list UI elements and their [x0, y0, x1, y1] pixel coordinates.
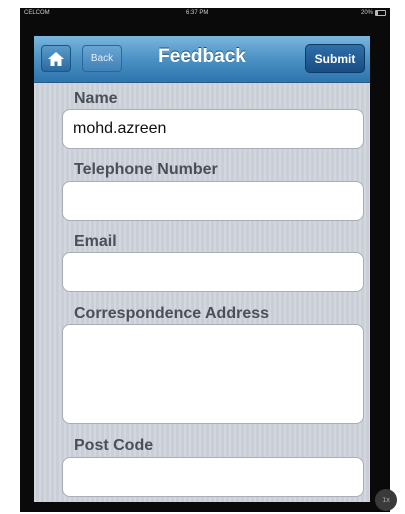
name-label: Name	[74, 90, 118, 107]
zoom-button[interactable]: 1x	[375, 489, 397, 511]
feedback-screen: Back Feedback Submit Name mohd.azreen Te…	[34, 36, 370, 502]
email-label: Email	[74, 233, 117, 250]
battery-icon	[375, 10, 386, 16]
status-bar: CELCOM 6:37 PM 20%	[20, 8, 390, 18]
telephone-field[interactable]	[62, 181, 364, 221]
telephone-label: Telephone Number	[74, 161, 218, 178]
submit-button[interactable]: Submit	[305, 44, 365, 73]
postcode-label: Post Code	[74, 437, 154, 454]
email-field[interactable]	[62, 252, 364, 292]
postcode-field[interactable]	[62, 457, 364, 497]
carrier-name: CELCOM	[24, 10, 50, 16]
battery-percent: 20%	[360, 10, 373, 16]
home-icon	[48, 51, 64, 66]
name-field[interactable]: mohd.azreen	[62, 109, 364, 149]
battery-indicator: 20%	[361, 8, 386, 18]
page-title: Feedback	[158, 46, 246, 67]
home-button[interactable]	[41, 45, 71, 72]
address-field[interactable]	[62, 324, 364, 424]
address-label: Correspondence Address	[74, 305, 270, 322]
back-button[interactable]: Back	[82, 45, 122, 72]
navigation-bar: Back Feedback Submit	[34, 36, 370, 83]
address-textarea[interactable]	[71, 333, 355, 415]
status-time: 6:37 PM	[186, 10, 209, 16]
